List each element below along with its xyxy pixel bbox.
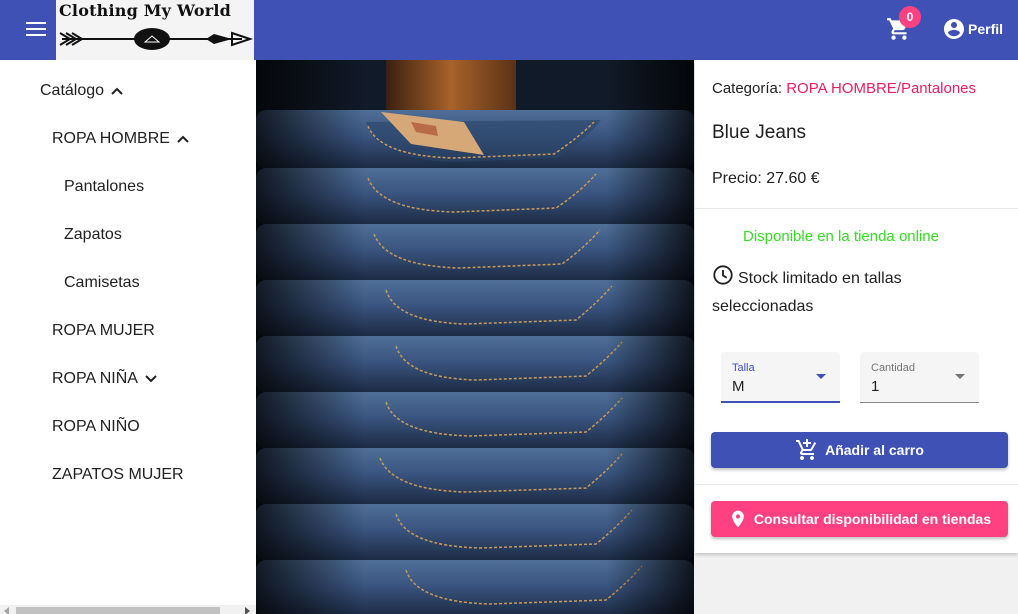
size-select[interactable]: Talla M [721, 352, 840, 403]
scroll-left-arrow-icon[interactable] [4, 607, 9, 614]
sidebar-item-ropa-nina[interactable]: ROPA NIÑA [52, 370, 158, 388]
sidebar-horizontal-scrollbar[interactable] [0, 605, 256, 614]
add-to-cart-button[interactable]: Añadir al carro [711, 432, 1008, 468]
sidebar-item-label: ROPA NIÑO [52, 418, 140, 435]
logo-text: Clothing My World [59, 1, 231, 20]
sidebar-item-ropa-mujer[interactable]: ROPA MUJER [52, 322, 155, 340]
sidebar-item-zapatos[interactable]: Zapatos [64, 226, 122, 244]
category-prefix: Categoría: [712, 80, 783, 97]
product-price: Precio: 27.60 € [712, 170, 820, 187]
check-store-availability-label: Consultar disponibilidad en tiendas [753, 511, 992, 527]
sidebar-item-label: ROPA MUJER [52, 322, 155, 339]
sidebar-item-label: ROPA HOMBRE [52, 130, 170, 147]
quantity-select-value: 1 [871, 378, 880, 395]
sidebar-item-label: Pantalones [64, 178, 145, 195]
category-link[interactable]: ROPA HOMBRE/Pantalones [786, 80, 976, 97]
location-pin-icon [732, 510, 744, 528]
availability-status: Disponible en la tienda online [743, 228, 939, 245]
product-category: Categoría: ROPA HOMBRE/Pantalones [712, 80, 976, 97]
sidebar-item-pantalones[interactable]: Pantalones [64, 178, 144, 196]
scroll-right-arrow-icon[interactable] [245, 607, 250, 614]
profile-button[interactable]: Perfil [942, 16, 1003, 42]
menu-icon[interactable] [20, 18, 52, 42]
account-circle-icon [944, 19, 964, 39]
scrollbar-thumb[interactable] [16, 607, 220, 614]
sidebar-item-ropa-nino[interactable]: ROPA NIÑO [52, 418, 140, 436]
sidebar-item-zapatos-mujer[interactable]: ZAPATOS MUJER [52, 466, 184, 484]
sidebar-item-camisetas[interactable]: Camisetas [64, 274, 140, 292]
product-name: Blue Jeans [712, 122, 807, 143]
stock-notice: Stock limitado en tallas seleccionadas [712, 264, 1002, 321]
sidebar-item-catalogo[interactable]: Catálogo [40, 82, 124, 100]
dropdown-arrow-icon [816, 374, 826, 379]
sidebar-item-label: ROPA NIÑA [52, 370, 138, 387]
stock-notice-text: Stock limitado en tallas seleccionadas [712, 270, 902, 315]
product-image [256, 60, 694, 614]
chevron-up-icon [111, 87, 123, 95]
divider [695, 208, 1018, 209]
size-select-label: Talla [732, 362, 755, 374]
product-details-panel: Categoría: ROPA HOMBRE/Pantalones Blue J… [695, 60, 1018, 553]
sidebar-item-label: ZAPATOS MUJER [52, 466, 184, 483]
logo[interactable]: Clothing My World [56, 0, 254, 60]
app-bar: Clothing My World 0 Perfil [0, 0, 1018, 60]
divider [695, 484, 1018, 485]
sidebar-item-ropa-hombre[interactable]: ROPA HOMBRE [52, 130, 190, 148]
add-to-cart-label: Añadir al carro [825, 442, 924, 458]
size-select-value: M [732, 378, 745, 395]
quantity-select[interactable]: Cantidad 1 [860, 352, 979, 403]
sidebar: Catálogo ROPA HOMBRE Pantalones Zapatos … [0, 60, 256, 614]
cart-count-badge: 0 [899, 6, 921, 28]
chevron-down-icon [145, 375, 157, 383]
logo-arrow-icon [59, 28, 254, 50]
check-store-availability-button[interactable]: Consultar disponibilidad en tiendas [711, 501, 1008, 537]
dropdown-arrow-icon [955, 374, 965, 379]
profile-label: Perfil [968, 21, 1004, 37]
quantity-select-label: Cantidad [871, 362, 916, 374]
clock-icon [713, 265, 733, 285]
sidebar-item-label: Camisetas [64, 274, 140, 291]
sidebar-item-label: Zapatos [64, 226, 122, 243]
chevron-up-icon [177, 135, 189, 143]
sidebar-item-label: Catálogo [40, 82, 105, 99]
add-shopping-cart-icon [796, 439, 817, 460]
